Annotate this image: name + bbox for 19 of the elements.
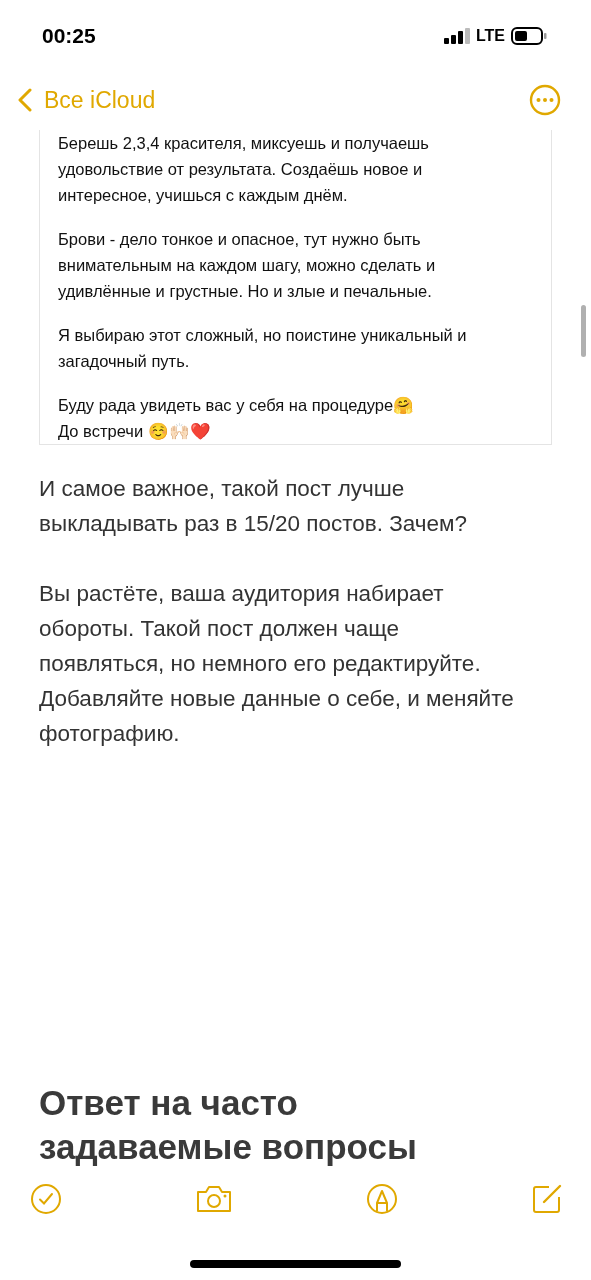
battery-icon [511,27,547,45]
status-time: 00:25 [42,24,96,48]
note-text: Вы растёте, ваша аудитория набирает обороты. Такой пост должен чаще появляться, но немного его редактируйте. Добавляйте новые данные о себе, и меняйте фотографию. [39,580,515,748]
more-icon[interactable] [529,84,561,116]
post-text: Берешь 2,3,4 красителя, миксуешь и получаешь удовольствие от результата. Создаёшь новое и интересное, учишься с каждым днём. [58,133,430,206]
network-label: LTE [475,27,505,45]
camera-icon[interactable] [195,1184,233,1214]
post-text: Буду рада увидеть вас у себя на процедуре🤗 До встречи ☺🙌🏻❤ [58,395,416,442]
post-text: Брови - дело тонкое и опасное, тут нужно быть внимательным на каждом шагу, можно сделать и удивлённые и грустные. Но и злые и печальные. [58,229,437,302]
signal-icon [443,28,470,44]
back-button[interactable]: Все iCloud [18,86,156,114]
checklist-icon[interactable] [30,1183,62,1215]
note-heading: Ответ на часто задаваемые вопросы [39,1082,418,1168]
pen-icon[interactable] [366,1183,398,1215]
chevron-icon [18,88,32,112]
post-text: Я выбираю этот сложный, но поистине уникальный и загадочный путь. [58,325,468,372]
note-text: И самое важное, такой пост лучше выкладывать раз в 15/20 постов. Зачем? [39,475,469,538]
compose-icon[interactable] [531,1183,563,1215]
scroll-bar [581,305,586,357]
